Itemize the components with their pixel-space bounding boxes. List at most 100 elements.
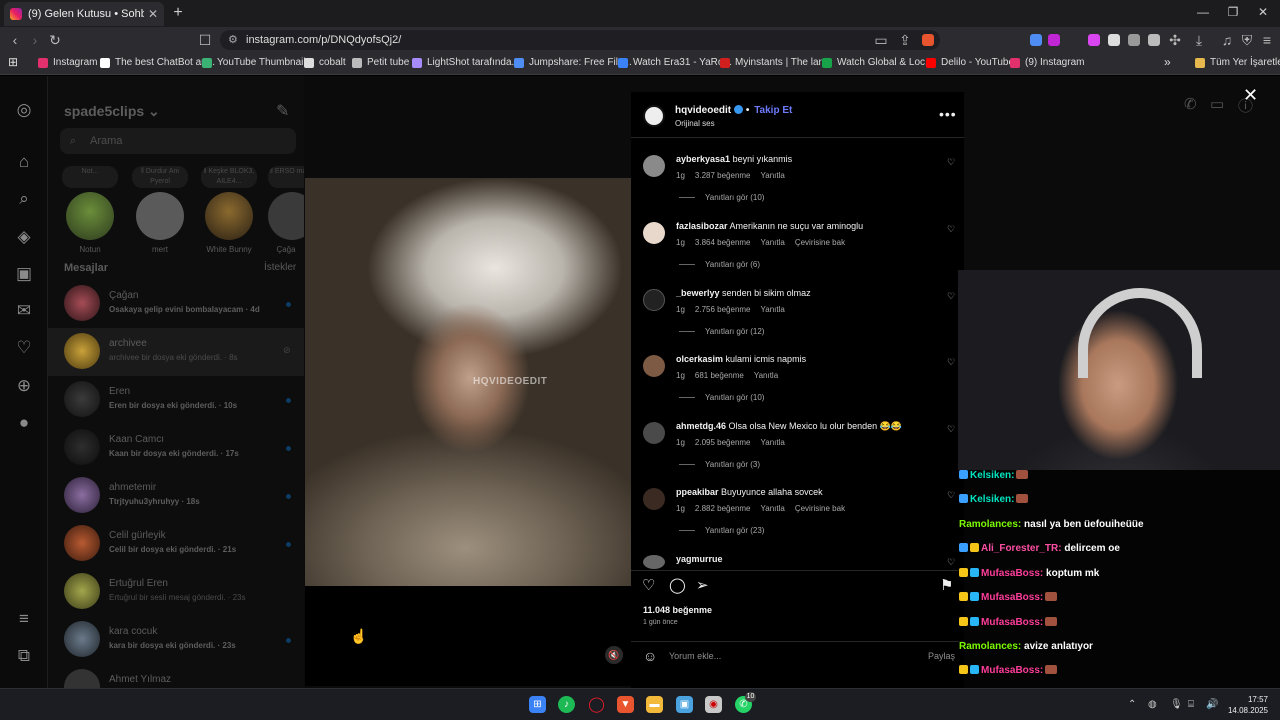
comment-likes[interactable]: 2.882 beğenme [695, 504, 751, 513]
video-call-icon[interactable]: ▭ [1210, 95, 1224, 113]
extension-icon[interactable] [1108, 34, 1120, 46]
emoji-icon[interactable]: ☺ [643, 648, 657, 664]
like-comment-heart-icon[interactable]: ♡ [947, 224, 955, 235]
commenter-username[interactable]: yagmurrue [676, 554, 723, 564]
commenter-username[interactable]: fazlasibozar [676, 221, 728, 231]
bookmark-item[interactable]: Watch Global & Loc... [822, 57, 933, 68]
conversation-item[interactable]: Çağan Osakaya gelip evini bombalayacam ·… [48, 280, 304, 328]
extensions-puzzle-icon[interactable]: ✣ [1166, 32, 1184, 48]
bookmark-item[interactable]: Watch Era31 - YaRo... [618, 57, 732, 68]
bookmark-item[interactable]: Delilo - YouTube [926, 57, 1014, 68]
start-menu-icon[interactable]: ⊞ [529, 696, 546, 713]
notifications-heart-icon[interactable]: ♡ [14, 338, 34, 358]
note-story[interactable]: ‖ ERSO maanı... Çağa [268, 166, 304, 254]
author-avatar[interactable] [643, 105, 665, 127]
like-comment-heart-icon[interactable]: ♡ [947, 490, 955, 501]
conversation-item[interactable]: archivee archivee bir dosya eki gönderdi… [48, 328, 304, 376]
like-comment-heart-icon[interactable]: ♡ [947, 557, 955, 568]
reply-button[interactable]: Yanıtla [761, 504, 785, 513]
commenter-avatar[interactable] [643, 222, 665, 244]
reply-button[interactable]: Yanıtla [754, 371, 778, 380]
comment-likes[interactable]: 2.756 beğenme [695, 305, 751, 314]
reply-button[interactable]: Yanıtla [761, 305, 785, 314]
menu-icon[interactable]: ≡ [1258, 32, 1276, 48]
conversation-item[interactable]: Kaan Camcı Kaan bir dosya eki gönderdi. … [48, 424, 304, 472]
opera-icon[interactable]: ◯ [588, 696, 605, 713]
follow-button[interactable]: Takip Et [754, 105, 792, 116]
browser-tab[interactable]: (9) Gelen Kutusu • Sohbetler ✕ [4, 2, 164, 26]
post-video[interactable]: HQVIDEOEDIT [305, 178, 631, 586]
bookmark-item[interactable]: Instagram [38, 57, 97, 68]
account-switcher[interactable]: spade5clips ⌄ [64, 103, 160, 120]
commenter-username[interactable]: ayberkyasa1 [676, 154, 730, 164]
close-tab-icon[interactable]: ✕ [148, 7, 158, 21]
site-info-icon[interactable]: ⚙ [228, 30, 238, 50]
requests-link[interactable]: İstekler [264, 262, 296, 273]
author-username[interactable]: hqvideoedit [675, 105, 731, 116]
view-replies-button[interactable]: Yanıtları gör (10) [679, 193, 764, 202]
bookmark-icon[interactable]: ☐ [196, 32, 214, 48]
commenter-avatar[interactable] [643, 289, 665, 311]
forward-icon[interactable]: › [26, 32, 44, 48]
share-send-icon[interactable]: ➢ [696, 576, 709, 594]
bookmark-item[interactable]: Myinstants | The lar... [720, 57, 830, 68]
more-bookmarks-icon[interactable]: » [1164, 55, 1171, 69]
conversation-item[interactable]: ahmetemir Ttrjtyuhu3yhruhyy · 18s [48, 472, 304, 520]
conversation-item[interactable]: kara cocuk kara bir dosya eki gönderdi. … [48, 616, 304, 664]
reels-icon[interactable]: ▣ [14, 264, 34, 284]
bookmark-item[interactable]: LightShot tarafında... [412, 57, 520, 68]
bookmark-item[interactable]: The best ChatBot an... [100, 57, 215, 68]
like-comment-heart-icon[interactable]: ♡ [947, 424, 955, 435]
view-replies-button[interactable]: Yanıtları gör (10) [679, 393, 764, 402]
bookmark-item[interactable]: cobalt [304, 57, 346, 68]
photos-icon[interactable]: ▣ [676, 696, 693, 713]
conversation-item[interactable]: Ahmet Yılmaz [48, 664, 304, 688]
brave-shield-icon[interactable] [922, 34, 934, 46]
view-replies-button[interactable]: Yanıtları gör (3) [679, 460, 760, 469]
explore-icon[interactable]: ◈ [14, 227, 34, 247]
compose-message-icon[interactable]: ✎ [276, 101, 289, 121]
note-story[interactable]: Not... Notun [60, 166, 120, 254]
url-field[interactable]: ⚙ instagram.com/p/DNQdyofsQj2/ [220, 30, 940, 50]
commenter-avatar[interactable] [643, 488, 665, 510]
create-icon[interactable]: ⊕ [14, 376, 34, 396]
phone-icon[interactable]: ✆ [1184, 95, 1197, 113]
extension-icon[interactable] [1030, 34, 1042, 46]
cast-icon[interactable]: ▭ [872, 32, 890, 48]
comment-input[interactable]: Yorum ekle... [669, 651, 721, 661]
extension-icon[interactable] [1128, 34, 1140, 46]
back-icon[interactable]: ‹ [6, 32, 24, 48]
more-options-icon[interactable]: ••• [939, 106, 957, 122]
more-menu-icon[interactable]: ≡ [14, 609, 34, 629]
like-comment-heart-icon[interactable]: ♡ [947, 157, 955, 168]
like-heart-icon[interactable]: ♡ [642, 576, 655, 594]
note-story[interactable]: ‖ Keşke BLOK3, AILE4... White Bunny [199, 166, 259, 254]
instagram-logo-icon[interactable]: ◎ [14, 100, 34, 120]
volume-icon[interactable]: 🔊 [1206, 699, 1218, 710]
search-input[interactable]: ⌕ Arama [60, 128, 296, 154]
bookmark-item[interactable]: Petit tube [352, 57, 409, 68]
file-explorer-icon[interactable]: ▬ [646, 696, 663, 713]
commenter-avatar[interactable] [643, 355, 665, 377]
also-from-meta-icon[interactable]: ⧉ [14, 646, 34, 666]
maximize-button[interactable]: ❐ [1218, 5, 1248, 19]
search-icon[interactable]: ⌕ [14, 189, 34, 209]
commenter-username[interactable]: olcerkasim [676, 354, 723, 364]
bookmark-item[interactable]: YouTube Thumbnail... [202, 57, 314, 68]
view-replies-button[interactable]: Yanıtları gör (23) [679, 526, 764, 535]
extension-icon[interactable] [1048, 34, 1060, 46]
share-icon[interactable]: ⇪ [896, 32, 914, 48]
comment-likes[interactable]: 3.864 beğenme [695, 238, 751, 247]
extension-icon[interactable] [1088, 34, 1100, 46]
reload-icon[interactable]: ↻ [46, 32, 64, 48]
commenter-avatar[interactable] [643, 422, 665, 444]
view-replies-button[interactable]: Yanıtları gör (12) [679, 327, 764, 336]
minimize-button[interactable]: — [1188, 5, 1218, 19]
vpn-icon[interactable]: ⛨ [1238, 32, 1256, 48]
commenter-username[interactable]: ahmetdg.46 [676, 421, 726, 431]
close-post-icon[interactable]: ✕ [1243, 85, 1258, 106]
reply-button[interactable]: Yanıtla [761, 238, 785, 247]
conversation-item[interactable]: Celil gürleyik Celil bir dosya eki gönde… [48, 520, 304, 568]
bookmark-item[interactable]: (9) Instagram [1010, 57, 1084, 68]
commenter-username[interactable]: ppeakibar [676, 487, 719, 497]
